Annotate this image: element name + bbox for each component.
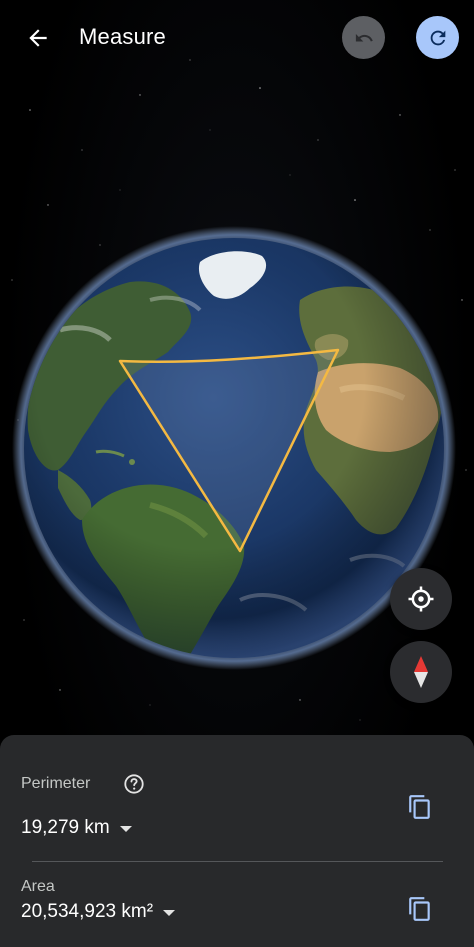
area-unit-dropdown[interactable]: 20,534,923 km² — [21, 901, 176, 923]
undo-button[interactable] — [342, 16, 385, 59]
perimeter-label: Perimeter — [21, 775, 91, 792]
my-location-button[interactable] — [390, 568, 452, 630]
copy-perimeter-button[interactable] — [400, 787, 440, 827]
undo-icon — [355, 33, 373, 41]
area-value: 20,534,923 km² — [21, 901, 154, 922]
chevron-down-icon — [119, 826, 132, 832]
my-location-icon — [408, 586, 434, 612]
arrow-back-icon — [29, 29, 47, 47]
help-icon — [124, 774, 144, 794]
copy-area-button[interactable] — [400, 889, 440, 929]
copy-icon — [409, 795, 430, 819]
section-divider — [32, 861, 443, 862]
chevron-down-icon — [163, 910, 176, 916]
perimeter-value: 19,279 km — [21, 817, 110, 838]
measure-screen: Measure Perimeter 19,279 km Area 20,534,… — [0, 0, 474, 947]
top-app-bar: Measure — [0, 0, 474, 80]
back-button[interactable] — [18, 18, 58, 58]
compass-button[interactable] — [390, 641, 452, 703]
help-button[interactable] — [123, 773, 145, 795]
page-title: Measure — [79, 24, 166, 49]
compass-icon — [414, 656, 428, 688]
perimeter-unit-dropdown[interactable]: 19,279 km — [21, 817, 132, 839]
redo-button[interactable] — [416, 16, 459, 59]
measurement-panel: Perimeter 19,279 km Area 20,534,923 km² — [0, 735, 474, 947]
copy-icon — [409, 897, 430, 921]
globe-map[interactable] — [0, 0, 474, 740]
area-label: Area — [21, 878, 55, 895]
redo-icon — [430, 30, 445, 45]
